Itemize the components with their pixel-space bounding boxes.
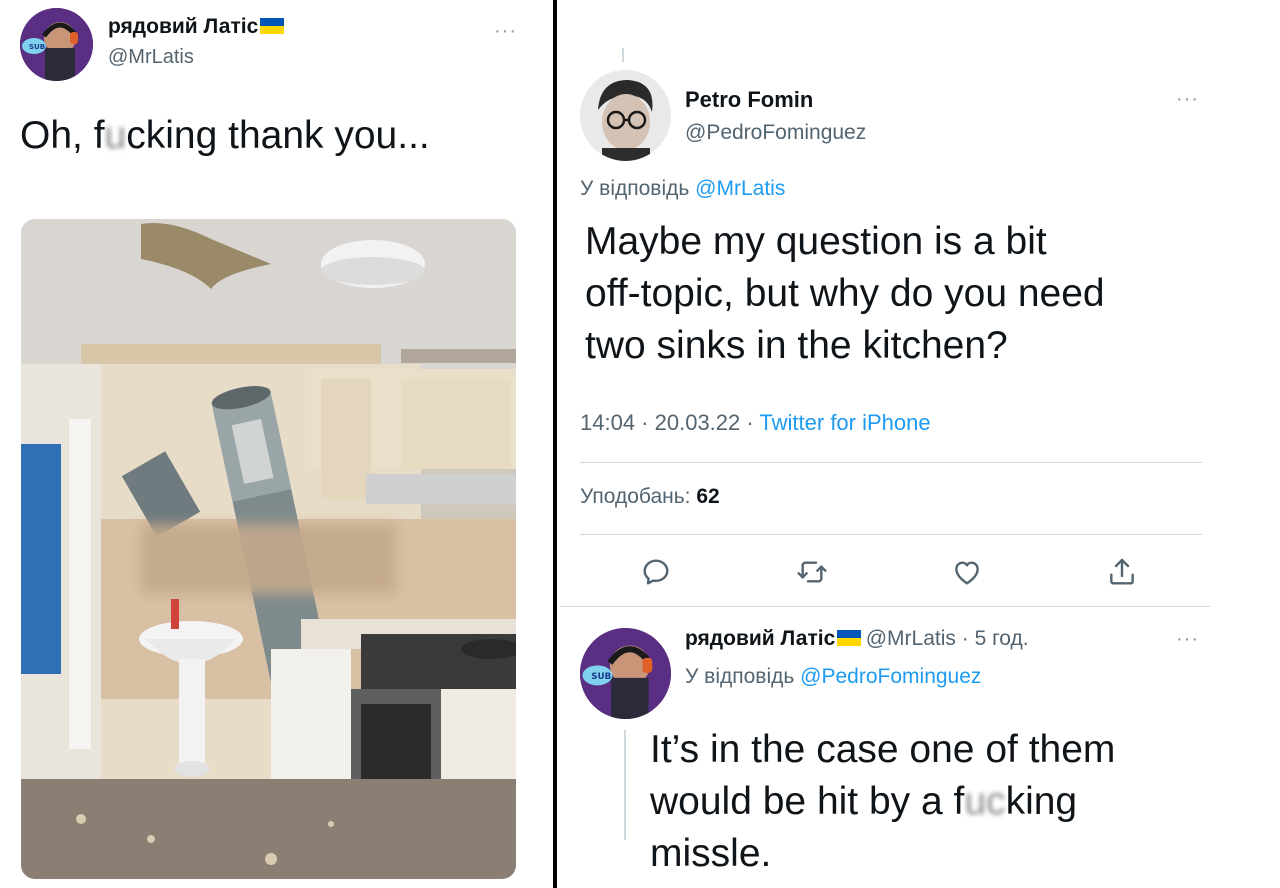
- separator: [560, 606, 1210, 607]
- avatar-image: [580, 70, 671, 161]
- separator: [580, 462, 1202, 463]
- avatar-image: SUB: [20, 8, 93, 81]
- tweet-text-line: off-topic, but why do you need: [585, 272, 1105, 315]
- tweet-text-part: would be hit by a f: [650, 780, 965, 823]
- tweet-photo[interactable]: [21, 219, 516, 879]
- reply-icon[interactable]: [636, 552, 676, 592]
- tweet-meta: 14:04 · 20.03.22 · Twitter for iPhone: [580, 410, 931, 435]
- more-dots-icon[interactable]: ···: [1176, 88, 1199, 111]
- retweet-icon[interactable]: [792, 552, 832, 592]
- thread-line: [622, 48, 624, 62]
- svg-text:SUB: SUB: [29, 43, 45, 51]
- author-handle[interactable]: @MrLatis: [866, 627, 956, 650]
- author-line: рядовий Латіс: [108, 15, 285, 39]
- tweet-text-part: Oh, f: [20, 114, 105, 157]
- avatar[interactable]: SUB: [20, 8, 93, 81]
- author-name[interactable]: Petro Fomin: [685, 87, 813, 113]
- avatar-image: SUB: [580, 628, 671, 719]
- reply-mention-link[interactable]: @PedroFominguez: [800, 665, 981, 688]
- tweet-text: Maybe my question is a bit off-topic, bu…: [585, 216, 1105, 372]
- svg-text:SUB: SUB: [591, 672, 611, 682]
- author-handle[interactable]: @PedroFominguez: [685, 121, 866, 145]
- author-line: рядовий Латіс @MrLatis · 5 год.: [685, 627, 1029, 650]
- kitchen-missile-photo: [21, 219, 516, 879]
- tweet-text-line: two sinks in the kitchen?: [585, 324, 1008, 367]
- tweet-text-line: Maybe my question is a bit: [585, 220, 1047, 263]
- panel-divider: [553, 0, 557, 888]
- tweet-time[interactable]: 5 год.: [975, 627, 1029, 650]
- tweet-date[interactable]: 20.03.22: [655, 410, 741, 435]
- author-handle[interactable]: @MrLatis: [108, 46, 194, 69]
- tweet-text-line: missle.: [650, 832, 772, 875]
- tweet-text-part: king: [1005, 780, 1078, 823]
- more-dots-icon[interactable]: ···: [1176, 628, 1199, 651]
- censored-word: uc: [964, 780, 1006, 823]
- likes-label: Уподобань:: [580, 485, 691, 508]
- tweet-text: It’s in the case one of them would be hi…: [650, 724, 1115, 880]
- avatar[interactable]: SUB: [580, 628, 671, 719]
- tweet-source-link[interactable]: Twitter for iPhone: [759, 410, 930, 435]
- censored-word: u: [104, 114, 127, 157]
- avatar[interactable]: [580, 70, 671, 161]
- reply-mention-link[interactable]: @MrLatis: [695, 177, 785, 200]
- reply-context: У відповідь @MrLatis: [580, 177, 785, 201]
- tweet-text-line: would be hit by a fucking: [650, 776, 1115, 828]
- author-name[interactable]: рядовий Латіс: [685, 627, 835, 650]
- author-name[interactable]: рядовий Латіс: [108, 15, 258, 38]
- reply-prefix: У відповідь: [685, 665, 795, 688]
- reply-context: У відповідь @PedroFominguez: [685, 665, 981, 689]
- tweet-text-line: It’s in the case one of them: [650, 728, 1116, 771]
- separator: [580, 534, 1202, 535]
- likes-row[interactable]: Уподобань: 62: [580, 485, 720, 509]
- more-dots-icon[interactable]: ···: [494, 20, 517, 43]
- likes-count: 62: [696, 485, 720, 508]
- like-icon[interactable]: [947, 552, 987, 592]
- tweet-text: Oh, fucking thank you...: [20, 114, 430, 158]
- ukraine-flag-icon: [837, 630, 862, 646]
- ukraine-flag-icon: [260, 18, 285, 34]
- share-icon[interactable]: [1102, 552, 1142, 592]
- reply-prefix: У відповідь: [580, 177, 690, 200]
- tweet-time[interactable]: 14:04: [580, 410, 635, 435]
- quote-bar: [624, 730, 626, 840]
- tweet-text-part: cking thank you...: [126, 114, 430, 157]
